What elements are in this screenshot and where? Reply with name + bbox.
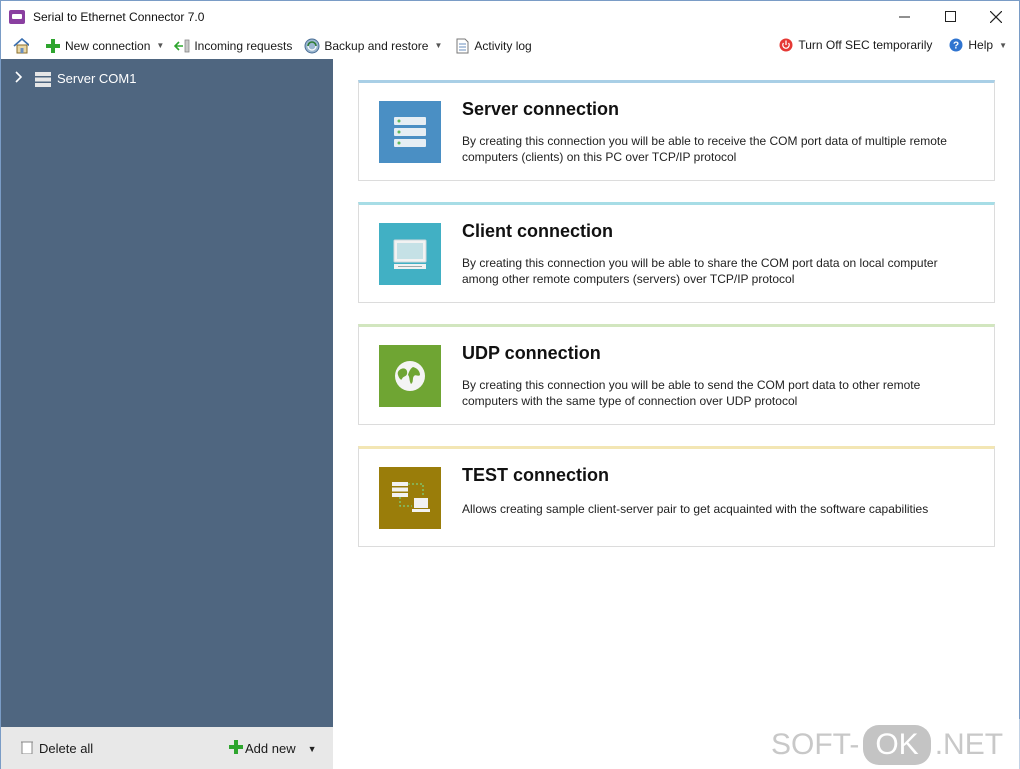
watermark-part: .NET (934, 727, 1004, 761)
card-title: Server connection (462, 99, 620, 119)
maximize-button[interactable] (927, 1, 973, 32)
delete-all-label: Delete all (39, 741, 94, 756)
close-icon (990, 10, 1002, 23)
toolbar-right: Turn Off SEC temporarily ? Help ▼ (764, 34, 1009, 56)
power-icon (778, 37, 794, 53)
sidebar-item-server-com1[interactable]: Server COM1 (15, 71, 137, 87)
close-button[interactable] (973, 1, 1019, 32)
sidebar-footer: Delete all Add new ▼ (1, 727, 333, 769)
trash-icon (21, 740, 33, 757)
monitor-icon (379, 223, 441, 285)
card-title: UDP connection (462, 343, 601, 363)
delete-all-button[interactable]: Delete all (21, 740, 93, 757)
sidebar: Server COM1 (1, 59, 333, 727)
app-logo-icon (9, 9, 25, 24)
help-label: Help (968, 38, 994, 52)
card-title: Client connection (462, 221, 614, 241)
minimize-button[interactable] (881, 1, 927, 32)
backup-restore-label: Backup and restore (324, 38, 429, 53)
incoming-arrow-icon (174, 38, 190, 54)
plus-icon (229, 740, 243, 757)
window-controls (881, 1, 1019, 32)
window-title: Serial to Ethernet Connector 7.0 (33, 9, 205, 24)
incoming-requests-label: Incoming requests (194, 38, 293, 53)
chevron-down-icon[interactable]: ▼ (434, 41, 442, 50)
add-new-button[interactable]: Add new ▼ (229, 740, 317, 757)
server-icon (35, 71, 51, 87)
server-stack-icon (379, 101, 441, 163)
add-new-label: Add new (245, 741, 296, 756)
new-connection-label: New connection (65, 38, 151, 53)
card-description: Allows creating sample client-server pai… (462, 502, 929, 516)
watermark: SOFT- OK .NET (763, 719, 1020, 769)
turn-off-button[interactable]: Turn Off SEC temporarily (776, 34, 934, 56)
activity-log-button[interactable]: Activity log (452, 35, 533, 57)
card-description: By creating this connection you will be … (462, 256, 938, 286)
test-pair-icon (379, 467, 441, 529)
toolbar: New connection ▼ Incoming requests Backu… (1, 32, 1019, 59)
chevron-right-icon[interactable] (15, 71, 27, 86)
backup-restore-button[interactable]: Backup and restore ▼ (302, 35, 444, 57)
client-connection-card[interactable]: Client connection By creating this conne… (358, 202, 995, 303)
globe-icon (379, 345, 441, 407)
backup-icon (304, 38, 320, 54)
plus-icon (45, 38, 61, 54)
app-window: Serial to Ethernet Connector 7.0 New con… (0, 0, 1020, 769)
svg-text:?: ? (953, 41, 959, 52)
maximize-icon (944, 11, 956, 22)
minimize-icon (898, 16, 910, 18)
card-description: By creating this connection you will be … (462, 378, 921, 408)
home-button[interactable] (11, 35, 35, 57)
help-icon: ? (948, 37, 964, 53)
card-title: TEST connection (462, 465, 610, 485)
chevron-down-icon[interactable]: ▼ (308, 744, 317, 754)
sidebar-item-label: Server COM1 (57, 71, 137, 86)
main-panel: Server connection By creating this conne… (333, 59, 1019, 769)
watermark-part: SOFT- (771, 727, 860, 761)
udp-connection-card[interactable]: UDP connection By creating this connecti… (358, 324, 995, 425)
chevron-down-icon[interactable]: ▼ (156, 41, 164, 50)
server-connection-card[interactable]: Server connection By creating this conne… (358, 80, 995, 181)
home-icon (13, 37, 29, 54)
watermark-badge: OK (863, 724, 931, 765)
new-connection-button[interactable]: New connection ▼ (43, 35, 166, 57)
incoming-requests-button[interactable]: Incoming requests (172, 35, 294, 57)
turn-off-label: Turn Off SEC temporarily (798, 38, 933, 52)
document-icon (454, 38, 470, 54)
help-button[interactable]: ? Help ▼ (946, 34, 1009, 56)
test-connection-card[interactable]: TEST connection Allows creating sample c… (358, 446, 995, 547)
chevron-down-icon[interactable]: ▼ (999, 41, 1007, 50)
card-description: By creating this connection you will be … (462, 134, 947, 164)
activity-log-label: Activity log (474, 38, 532, 53)
title-bar: Serial to Ethernet Connector 7.0 (1, 1, 1019, 32)
